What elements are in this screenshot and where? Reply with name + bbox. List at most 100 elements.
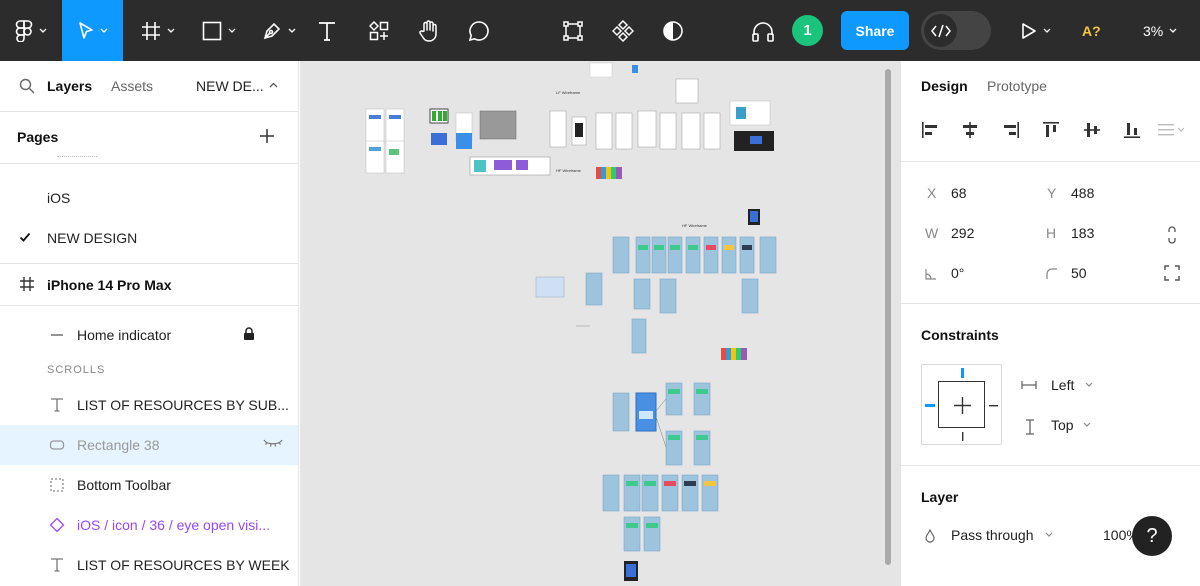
tab-layers[interactable]: Layers [47,78,92,94]
figma-logo-icon [15,19,33,42]
top-toolbar: 1 Share A? 3% [0,0,1200,61]
lock-icon[interactable] [243,327,255,341]
text-icon [51,398,63,412]
align-horizontal-center-icon[interactable] [961,121,979,139]
contrast-toggle-button[interactable] [655,0,691,61]
y-value: 488 [1071,185,1095,201]
dev-mode-toggle[interactable] [921,11,991,50]
text-tool-button[interactable] [310,0,344,61]
constraints-title: Constraints [921,327,999,343]
constraint-lines [925,368,998,441]
zoom-menu[interactable]: 3% [1143,0,1177,61]
layers-panel: Layers Assets NEW DE... Pages iOS NEW DE… [0,61,299,586]
section-label: SCROLLS [47,364,106,376]
rectangle-icon [202,21,222,40]
vertical-constraint-icon [1026,419,1034,435]
corner-radius-icon [1046,268,1057,279]
layer-row-text-week[interactable]: LIST OF RESOURCES BY WEEK [0,545,298,585]
dashed-frame-icon [50,478,64,492]
lf-wireframe-row: LF Wireframe HF Wireframe [549,78,774,179]
frame-label: iPhone 14 Pro Max [47,277,172,293]
tab-design[interactable]: Design [921,78,968,94]
x-value: 68 [951,185,967,201]
divider [901,303,1200,304]
layer-label: LIST OF RESOURCES BY WEEK [77,557,290,573]
create-component-button[interactable] [605,0,641,61]
h-label: H [1046,225,1057,241]
vertical-scrollbar[interactable] [885,69,891,565]
horizontal-constraint-icon [1021,381,1037,389]
text-icon [51,558,63,572]
move-tool-button[interactable] [62,0,123,61]
tab-assets[interactable]: Assets [111,78,153,94]
layer-label: iOS / icon / 36 / eye open visi... [77,517,270,533]
constrain-proportions-icon[interactable] [1165,225,1179,245]
resources-button[interactable] [360,0,398,61]
hand-tool-button[interactable] [410,0,448,61]
align-left-icon[interactable] [921,121,939,139]
align-top-icon[interactable] [1042,121,1060,139]
canvas-artwork: LF Wireframe HF Wireframe HF Wireframe [365,62,777,581]
align-bottom-icon[interactable] [1123,121,1141,139]
y-label: Y [1047,185,1057,201]
page-label: iOS [47,190,71,206]
rotation-value: 0° [951,265,965,281]
search-icon[interactable] [19,78,35,94]
align-vertical-center-icon[interactable] [1083,121,1101,139]
eye-closed-icon[interactable] [263,437,283,449]
crop-frame-button[interactable] [555,0,591,61]
share-button[interactable]: Share [841,11,909,50]
component-icon [612,19,634,42]
pen-icon [263,22,281,39]
frame-tool-button[interactable] [131,0,185,61]
current-page-selector[interactable]: NEW DE... [196,78,264,94]
comment-tool-button[interactable] [460,0,498,61]
page-item-ios[interactable]: iOS [0,178,298,218]
present-button[interactable] [1012,0,1060,61]
chevron-down-icon [167,28,175,33]
headphones-icon [752,21,774,42]
x-label: X [927,185,937,201]
layer-row-text[interactable]: LIST OF RESOURCES BY SUB... [0,385,298,425]
layer-row-eye-instance[interactable]: iOS / icon / 36 / eye open visi... [0,505,298,545]
cursor-icon [78,21,93,39]
audio-button[interactable] [745,0,781,61]
canvas-label-hf-wireframe-small: HF Wireframe [556,168,582,173]
radius-value: 50 [1071,265,1087,281]
align-right-icon[interactable] [1002,121,1020,139]
independent-corners-icon[interactable] [1164,265,1180,281]
shape-tool-button[interactable] [192,0,246,61]
tab-prototype[interactable]: Prototype [987,78,1047,94]
constraint-h-value: Left [1051,377,1075,393]
add-page-icon[interactable] [258,127,276,145]
checkmark-icon [19,232,31,242]
layer-row-home-indicator[interactable]: Home indicator [0,315,298,355]
layer-label: LIST OF RESOURCES BY SUB... [77,397,289,413]
divider [901,161,1200,162]
h-value: 183 [1071,225,1095,241]
contrast-icon [663,20,683,41]
chevron-up-icon[interactable] [269,82,278,88]
ai-assistant-button[interactable]: A? [1082,0,1101,61]
rotation-icon [925,269,936,280]
divider [0,111,298,112]
help-button[interactable]: ? [1132,516,1172,556]
text-icon [319,21,335,41]
crop-frame-icon [563,20,583,41]
constraint-v-value: Top [1051,417,1074,433]
distribute-icon[interactable] [1157,121,1187,139]
components-icon [369,20,389,40]
layer-row-rectangle[interactable]: Rectangle 38 [0,425,298,465]
pen-tool-button[interactable] [252,0,306,61]
layer-frame-row[interactable]: iPhone 14 Pro Max [0,264,298,305]
layer-row-bottom-toolbar[interactable]: Bottom Toolbar [0,465,298,505]
canvas-label-lf-wireframe: LF Wireframe [556,90,581,95]
instance-icon [49,517,65,533]
user-avatar[interactable]: 1 [792,15,823,46]
frame-hash-icon [142,21,160,40]
constraint-widget[interactable] [921,364,1002,445]
comment-icon [468,20,489,41]
design-canvas[interactable]: LF Wireframe HF Wireframe HF Wireframe [300,61,900,586]
page-item-new-design[interactable]: NEW DESIGN [0,218,298,258]
main-menu-button[interactable] [0,0,62,61]
